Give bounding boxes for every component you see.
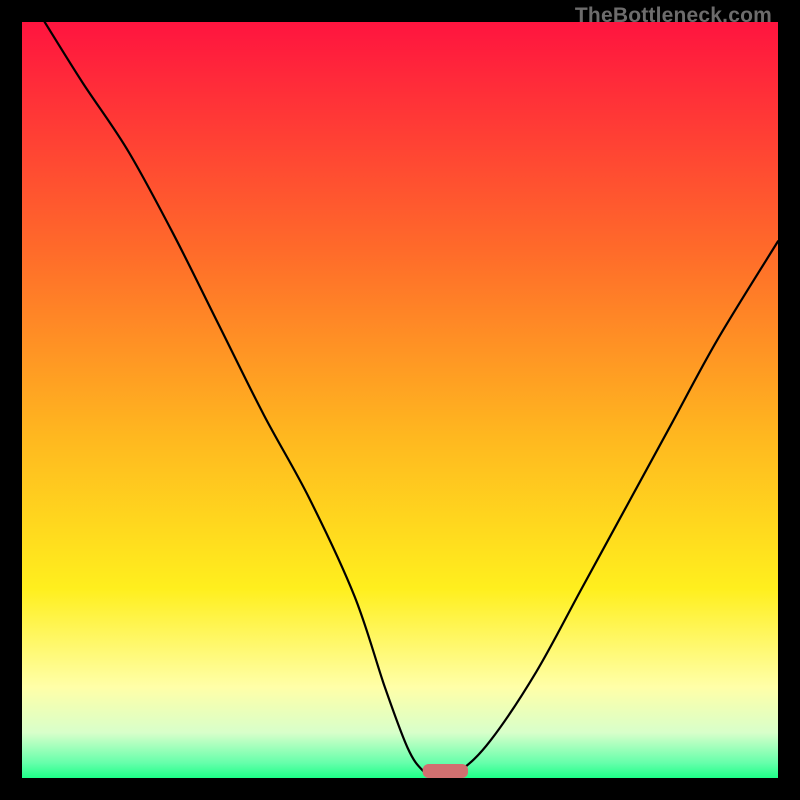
gradient-background — [22, 22, 778, 778]
trough-marker — [423, 764, 468, 778]
chart-svg — [22, 22, 778, 778]
